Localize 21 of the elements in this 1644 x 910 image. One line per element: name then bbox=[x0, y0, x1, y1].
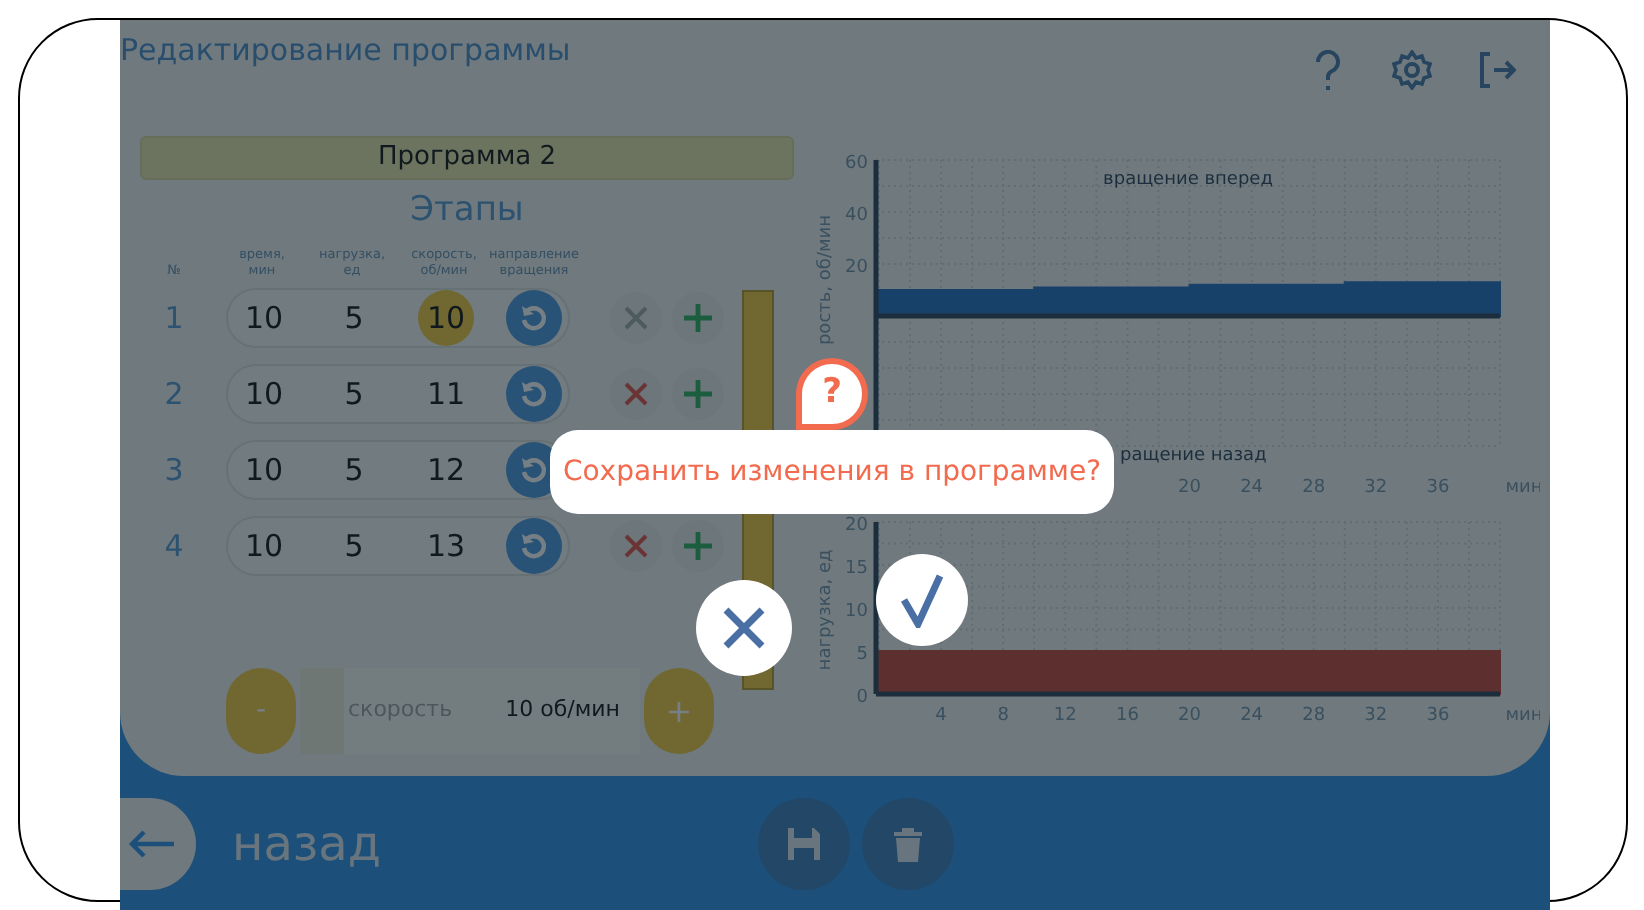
chart-annotation: вращение вперед bbox=[1103, 170, 1273, 190]
load-value: 5 bbox=[342, 449, 366, 492]
load-value: 5 bbox=[342, 373, 366, 416]
chart-annotation: ращение назад bbox=[1120, 446, 1267, 466]
time-value: 10 bbox=[242, 373, 286, 416]
time-value: 10 bbox=[242, 525, 286, 568]
load-value: 5 bbox=[342, 525, 366, 568]
speed-value: 12 bbox=[424, 449, 468, 492]
time-value: 10 bbox=[242, 449, 286, 492]
stages-heading: Этапы bbox=[410, 188, 524, 232]
time-value: 10 bbox=[242, 297, 286, 340]
load-value: 5 bbox=[342, 297, 366, 340]
speed-value: 13 bbox=[424, 525, 468, 568]
screen-title: Редактирование программы bbox=[120, 30, 571, 72]
slider-value: 10 об/мин bbox=[505, 694, 620, 727]
stage-number: 1 bbox=[162, 297, 186, 340]
speed-value: 11 bbox=[424, 373, 468, 416]
stage-number: 2 bbox=[162, 373, 186, 416]
speed-value: 10 bbox=[418, 290, 474, 346]
stage-number: 4 bbox=[162, 525, 186, 568]
stage-number: 3 bbox=[162, 449, 186, 492]
